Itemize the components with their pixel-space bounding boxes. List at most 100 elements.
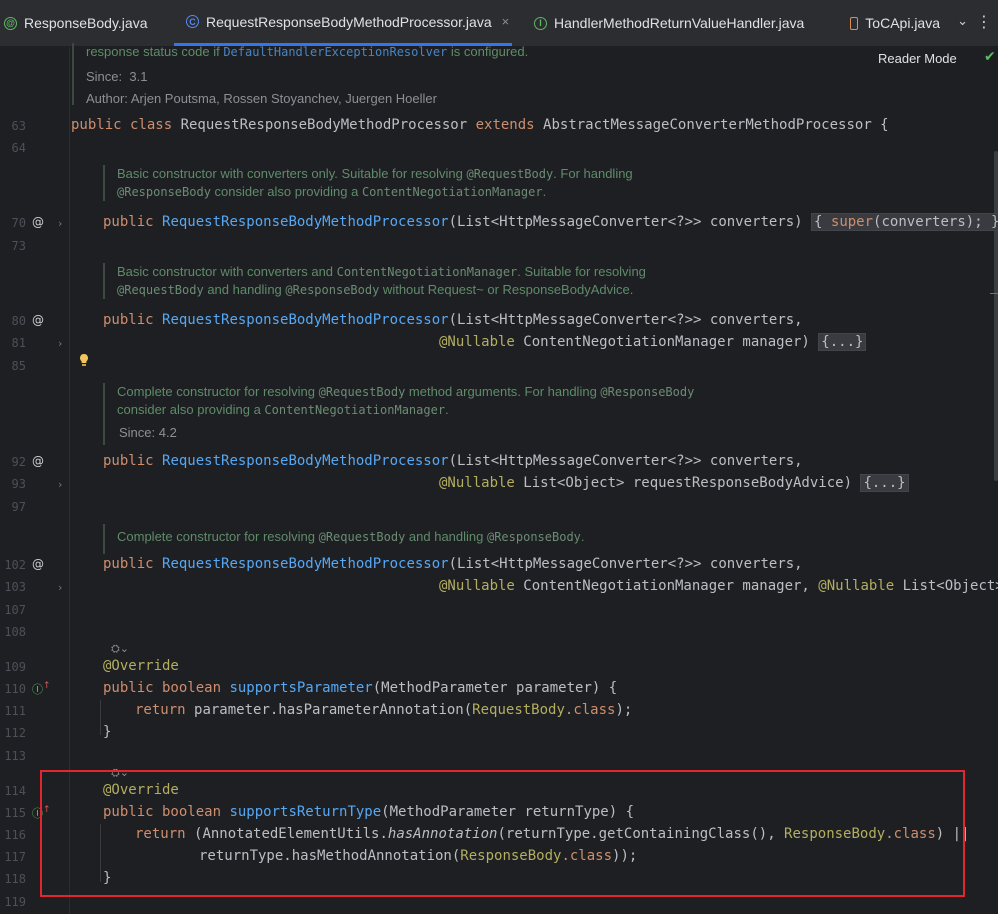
- fold-chevron-icon[interactable]: ›: [58, 217, 62, 230]
- folded-body[interactable]: {...}: [860, 474, 909, 492]
- doc-text: .: [580, 529, 585, 544]
- annotation-icon: @: [4, 16, 17, 30]
- line-number: 117: [4, 850, 26, 864]
- at-icon[interactable]: @: [32, 454, 44, 468]
- doc-code: @RequestBody: [318, 530, 406, 544]
- doc-text: .: [542, 184, 547, 199]
- implements-method-icon[interactable]: Ⓘ↑: [32, 681, 51, 697]
- doc-text: without Request~ or ResponseBodyAdvice.: [379, 282, 634, 297]
- doc-text: consider also providing a: [210, 184, 362, 199]
- line-number: 81: [11, 336, 26, 350]
- line-number: 116: [4, 828, 26, 842]
- fold-chevron-icon[interactable]: ›: [58, 581, 62, 594]
- code-text: AbstractMessageConverterMethodProcessor …: [543, 117, 889, 133]
- tab-label: HandlerMethodReturnValueHandler.java: [554, 15, 805, 31]
- code-line-102: public RequestResponseBodyMethodProcesso…: [103, 556, 803, 572]
- class-icon: C: [186, 15, 199, 28]
- doc-code: ContentNegotiationManager: [336, 265, 518, 279]
- tab-tocapi[interactable]: ToCApi.java: [850, 0, 940, 46]
- class-icon: [850, 16, 859, 30]
- folded-body[interactable]: {...}: [818, 333, 867, 351]
- code-text: {: [814, 214, 831, 230]
- code-text: (List<HttpMessageConverter<?>> converter…: [448, 453, 803, 469]
- code-line-111: return parameter.hasParameterAnnotation(…: [135, 702, 632, 718]
- annotation: @Nullable: [439, 334, 515, 350]
- line-number: 103: [4, 580, 26, 594]
- indent-guide: [100, 700, 101, 735]
- folded-body[interactable]: { super(converters); }: [811, 213, 998, 231]
- doc-code: @RequestBody: [117, 283, 204, 297]
- class-name: RequestResponseBodyMethodProcessor: [180, 117, 476, 133]
- code-editor[interactable]: Reader Mode ✔ response status code if De…: [0, 43, 998, 914]
- fold-chevron-icon[interactable]: ›: [58, 478, 62, 491]
- reader-mode-toggle[interactable]: Reader Mode: [878, 51, 957, 66]
- code-text: (MethodParameter parameter) {: [372, 680, 618, 696]
- line-number: 111: [4, 704, 26, 718]
- line-number: 73: [11, 239, 26, 253]
- method-name: RequestResponseBodyMethodProcessor: [162, 556, 449, 572]
- since-label: Since:: [119, 425, 156, 440]
- class-ref: RequestBody: [472, 702, 565, 718]
- line-number: 80: [11, 314, 26, 328]
- doc-text: .: [445, 402, 449, 417]
- line-number: 108: [4, 625, 26, 639]
- code-line-81: @Nullable ContentNegotiationManager mana…: [439, 333, 867, 351]
- more-icon[interactable]: ⋮: [976, 12, 992, 31]
- tab-requestresponsebodymethodprocessor[interactable]: C RequestResponseBodyMethodProcessor.jav…: [174, 0, 512, 46]
- doc-code: ContentNegotiationManager: [264, 403, 446, 417]
- at-icon[interactable]: @: [32, 313, 44, 327]
- line-number: 93: [11, 477, 26, 491]
- scrollbar[interactable]: [994, 151, 998, 481]
- since-label: Since:: [86, 69, 123, 84]
- doc-code: ContentNegotiationManager: [361, 185, 543, 199]
- tab-responsebody[interactable]: @ ResponseBody.java: [4, 0, 147, 46]
- lightbulb-icon[interactable]: [78, 353, 90, 367]
- code-line-93: @Nullable List<Object> requestResponseBo…: [439, 474, 909, 492]
- method-name: RequestResponseBodyMethodProcessor: [162, 214, 449, 230]
- since-value: 3.1: [129, 69, 148, 84]
- code-text: ContentNegotiationManager manager,: [514, 578, 819, 594]
- line-number: 119: [4, 895, 26, 909]
- keyword: .class: [564, 702, 616, 718]
- line-number: 92: [11, 455, 26, 469]
- code-line-110: public boolean supportsParameter(MethodP…: [103, 680, 617, 696]
- code-line-70: public RequestResponseBodyMethodProcesso…: [103, 213, 998, 231]
- code-text: List<Object> re: [902, 578, 998, 594]
- doc-text: . Suitable for resolving: [517, 264, 646, 279]
- code-text: (converters); }: [873, 214, 998, 230]
- constructor-javadoc: Basic constructor with converters only. …: [103, 165, 817, 201]
- doc-code: @RequestBody: [466, 167, 554, 181]
- annotation: @Nullable: [439, 578, 515, 594]
- line-number: 85: [11, 359, 26, 373]
- fold-chevron-icon[interactable]: ›: [58, 337, 62, 350]
- usages-hint-icon[interactable]: ⛭⌄: [111, 642, 129, 656]
- annotation: @Nullable: [818, 578, 895, 594]
- at-icon[interactable]: @: [32, 215, 44, 229]
- code-text: );: [615, 702, 633, 718]
- author-label: Author:: [86, 91, 128, 106]
- doc-code: @ResponseBody: [600, 385, 695, 399]
- method-name: RequestResponseBodyMethodProcessor: [162, 312, 449, 328]
- interface-icon: I: [534, 16, 547, 30]
- doc-link[interactable]: DefaultHandlerExceptionResolver: [223, 45, 447, 59]
- code-line-63: public class RequestResponseBodyMethodPr…: [71, 117, 889, 133]
- method-name: RequestResponseBodyMethodProcessor: [162, 453, 449, 469]
- code-line-80: public RequestResponseBodyMethodProcesso…: [103, 312, 803, 328]
- close-icon[interactable]: ×: [502, 14, 510, 29]
- at-icon[interactable]: @: [32, 557, 44, 571]
- line-number: 115: [4, 806, 26, 820]
- keyword: public class: [71, 117, 181, 133]
- keyword: public: [103, 312, 163, 328]
- doc-text: and handling: [203, 282, 286, 297]
- doc-text: response status code if: [86, 44, 224, 59]
- line-number: 109: [4, 660, 26, 674]
- keyword: public: [103, 453, 163, 469]
- line-number: 114: [4, 784, 26, 798]
- doc-text: . For handling: [553, 166, 633, 181]
- keyword: extends: [475, 117, 544, 133]
- tab-label: ToCApi.java: [865, 15, 940, 31]
- chevron-down-icon[interactable]: ⌄: [957, 14, 968, 29]
- tab-handlermethodreturnvaluehandler[interactable]: I HandlerMethodReturnValueHandler.java: [534, 0, 804, 46]
- code-text: (List<HttpMessageConverter<?>> converter…: [448, 214, 812, 230]
- doc-text: method arguments. For handling: [405, 384, 601, 399]
